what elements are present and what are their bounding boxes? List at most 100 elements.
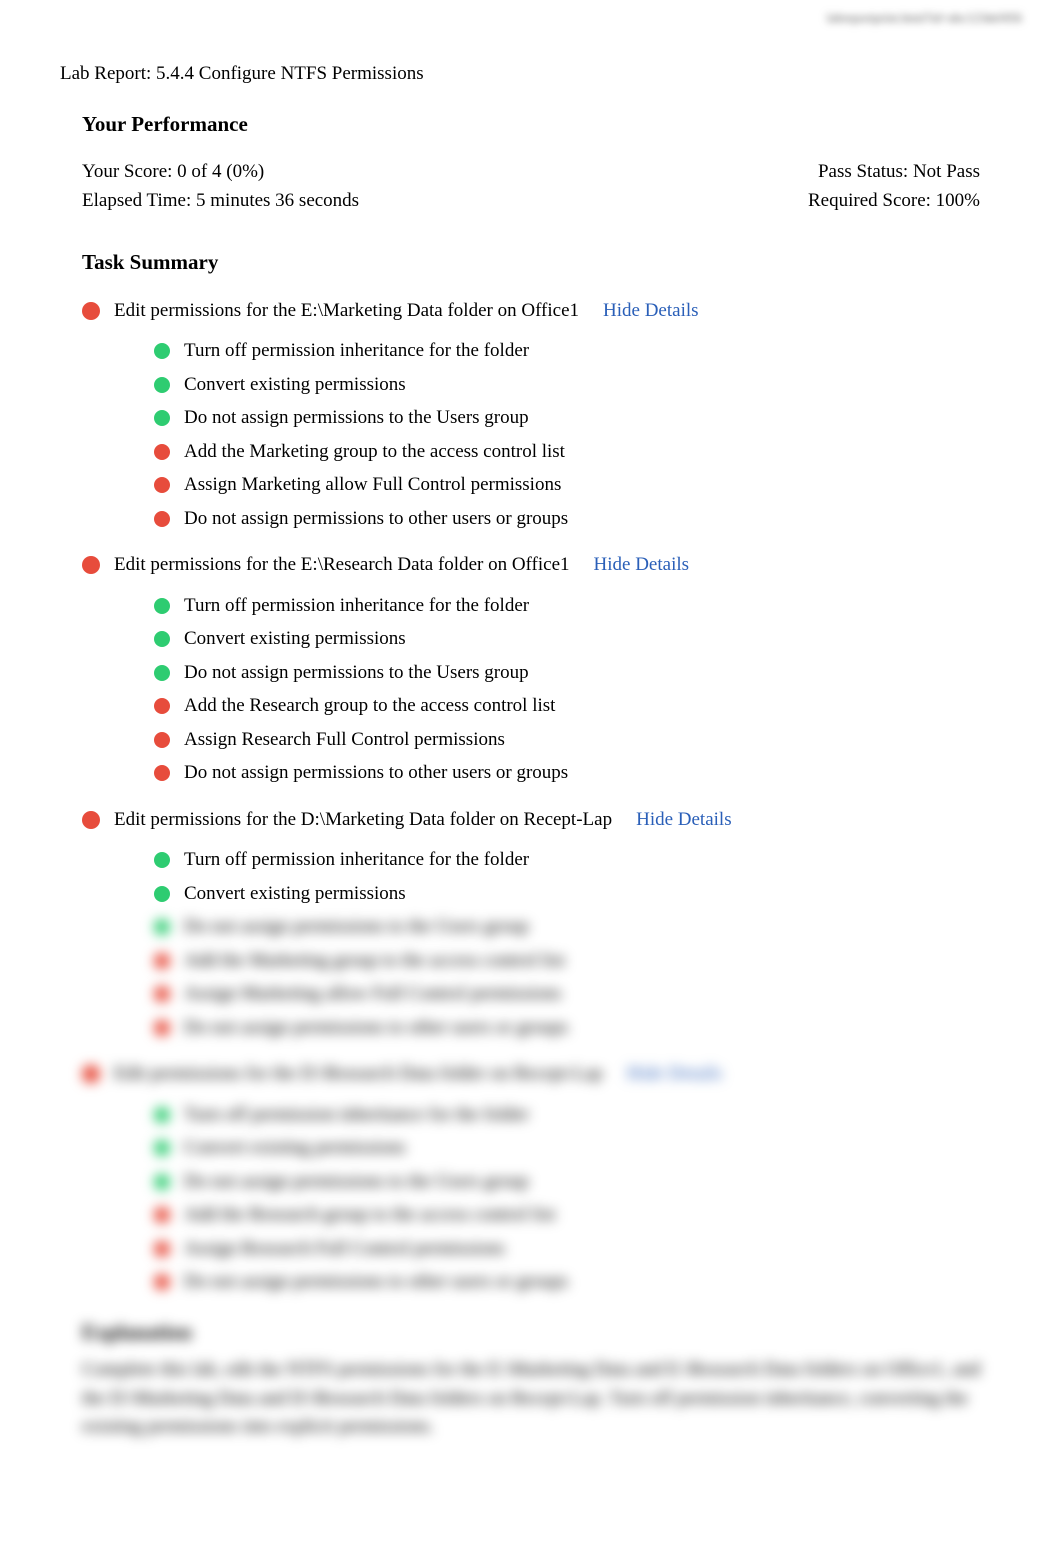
status-pass-icon: [154, 598, 170, 614]
task-title: Edit permissions for the E:\Marketing Da…: [114, 297, 579, 326]
status-fail-icon: [154, 986, 170, 1002]
subtask-text: Assign Marketing allow Full Control perm…: [184, 471, 561, 500]
subtask-text: Do not assign permissions to other users…: [184, 1014, 568, 1043]
subtask-text: Convert existing permissions: [184, 1134, 406, 1163]
status-fail-icon: [154, 1020, 170, 1036]
status-pass-icon: [154, 919, 170, 935]
subtask-item: Convert existing permissions: [154, 371, 1002, 400]
explanation-heading: Explanation: [82, 1317, 1002, 1349]
status-pass-icon: [154, 852, 170, 868]
status-fail-icon: [154, 698, 170, 714]
status-pass-icon: [154, 631, 170, 647]
hide-details-link[interactable]: Hide Details: [603, 297, 699, 326]
lab-report-page: Lab Report: 5.4.4 Configure NTFS Permiss…: [0, 0, 1062, 1482]
subtask-text: Do not assign permissions to the Users g…: [184, 659, 529, 688]
subtasks-list: Turn off permission inheritance for the …: [154, 1101, 1002, 1297]
subtask-item: Add the Research group to the access con…: [154, 1201, 1002, 1230]
status-fail-icon: [154, 477, 170, 493]
subtask-text: Turn off permission inheritance for the …: [184, 846, 529, 875]
subtask-text: Turn off permission inheritance for the …: [184, 1101, 529, 1130]
status-fail-icon: [82, 811, 100, 829]
status-pass-icon: [154, 410, 170, 426]
subtask-text: Do not assign permissions to other users…: [184, 505, 568, 534]
pass-status: Pass Status: Not Pass: [808, 158, 980, 187]
status-fail-icon: [154, 732, 170, 748]
subtask-item: Add the Marketing group to the access co…: [154, 438, 1002, 467]
hide-details-link[interactable]: Hide Details: [627, 1060, 723, 1089]
subtask-item: Do not assign permissions to the Users g…: [154, 404, 1002, 433]
status-pass-icon: [154, 1107, 170, 1123]
subtask-text: Assign Marketing allow Full Control perm…: [184, 980, 561, 1009]
explanation-section: Explanation Complete this lab, edit the …: [82, 1317, 1002, 1442]
subtask-item: Add the Marketing group to the access co…: [154, 947, 1002, 976]
status-fail-icon: [154, 1274, 170, 1290]
subtasks-list: Turn off permission inheritance for the …: [154, 846, 1002, 1042]
subtask-item: Do not assign permissions to the Users g…: [154, 1168, 1002, 1197]
subtask-item: Convert existing permissions: [154, 625, 1002, 654]
task-summary-heading: Task Summary: [82, 247, 1002, 279]
subtask-item: Assign Marketing allow Full Control perm…: [154, 980, 1002, 1009]
status-pass-icon: [154, 1140, 170, 1156]
subtask-item: Do not assign permissions to the Users g…: [154, 913, 1002, 942]
subtask-text: Do not assign permissions to the Users g…: [184, 1168, 529, 1197]
subtask-item: Turn off permission inheritance for the …: [154, 846, 1002, 875]
subtask-text: Add the Marketing group to the access co…: [184, 438, 565, 467]
status-fail-icon: [154, 511, 170, 527]
status-pass-icon: [154, 1174, 170, 1190]
subtask-text: Do not assign permissions to the Users g…: [184, 404, 529, 433]
task-title: Edit permissions for the D:\Research Dat…: [114, 1060, 603, 1089]
subtask-text: Convert existing permissions: [184, 625, 406, 654]
subtask-text: Add the Research group to the access con…: [184, 692, 555, 721]
subtask-item: Turn off permission inheritance for the …: [154, 1101, 1002, 1130]
score-block: Your Score: 0 of 4 (0%) Elapsed Time: 5 …: [82, 158, 980, 215]
subtask-item: Assign Research Full Control permissions: [154, 726, 1002, 755]
task-header: Edit permissions for the E:\Marketing Da…: [82, 297, 1002, 326]
subtask-item: Do not assign permissions to the Users g…: [154, 659, 1002, 688]
status-fail-icon: [154, 444, 170, 460]
status-fail-icon: [154, 1241, 170, 1257]
task-item: Edit permissions for the D:\Research Dat…: [82, 1060, 1002, 1297]
subtask-item: Convert existing permissions: [154, 1134, 1002, 1163]
status-fail-icon: [82, 556, 100, 574]
status-pass-icon: [154, 377, 170, 393]
subtask-text: Convert existing permissions: [184, 371, 406, 400]
subtask-text: Add the Marketing group to the access co…: [184, 947, 565, 976]
subtask-item: Assign Marketing allow Full Control perm…: [154, 471, 1002, 500]
task-item: Edit permissions for the D:\Marketing Da…: [82, 806, 1002, 1043]
status-fail-icon: [154, 765, 170, 781]
status-pass-icon: [154, 665, 170, 681]
subtask-text: Assign Research Full Control permissions: [184, 726, 505, 755]
page-header-url: labreportprint.html?id=abc123def456: [827, 8, 1022, 28]
task-header: Edit permissions for the D:\Research Dat…: [82, 1060, 1002, 1089]
subtask-item: Turn off permission inheritance for the …: [154, 337, 1002, 366]
subtask-text: Do not assign permissions to other users…: [184, 759, 568, 788]
subtask-item: Do not assign permissions to other users…: [154, 759, 1002, 788]
subtask-text: Add the Research group to the access con…: [184, 1201, 555, 1230]
task-item: Edit permissions for the E:\Research Dat…: [82, 551, 1002, 788]
subtask-text: Turn off permission inheritance for the …: [184, 337, 529, 366]
subtasks-list: Turn off permission inheritance for the …: [154, 592, 1002, 788]
elapsed-time: Elapsed Time: 5 minutes 36 seconds: [82, 187, 359, 216]
report-title: Lab Report: 5.4.4 Configure NTFS Permiss…: [60, 60, 1002, 89]
subtask-item: Assign Research Full Control permissions: [154, 1235, 1002, 1264]
subtask-item: Do not assign permissions to other users…: [154, 1014, 1002, 1043]
task-header: Edit permissions for the D:\Marketing Da…: [82, 806, 1002, 835]
performance-heading: Your Performance: [82, 109, 1002, 141]
required-score: Required Score: 100%: [808, 187, 980, 216]
status-fail-icon: [82, 1065, 100, 1083]
hide-details-link[interactable]: Hide Details: [594, 551, 690, 580]
subtask-item: Do not assign permissions to other users…: [154, 505, 1002, 534]
hide-details-link[interactable]: Hide Details: [636, 806, 732, 835]
subtask-item: Do not assign permissions to other users…: [154, 1268, 1002, 1297]
subtask-item: Turn off permission inheritance for the …: [154, 592, 1002, 621]
status-pass-icon: [154, 886, 170, 902]
subtask-text: Turn off permission inheritance for the …: [184, 592, 529, 621]
subtasks-list: Turn off permission inheritance for the …: [154, 337, 1002, 533]
subtask-item: Add the Research group to the access con…: [154, 692, 1002, 721]
subtask-text: Convert existing permissions: [184, 880, 406, 909]
tasks-list: Edit permissions for the E:\Marketing Da…: [82, 297, 1002, 1297]
status-fail-icon: [154, 953, 170, 969]
task-header: Edit permissions for the E:\Research Dat…: [82, 551, 1002, 580]
task-title: Edit permissions for the D:\Marketing Da…: [114, 806, 612, 835]
status-pass-icon: [154, 343, 170, 359]
